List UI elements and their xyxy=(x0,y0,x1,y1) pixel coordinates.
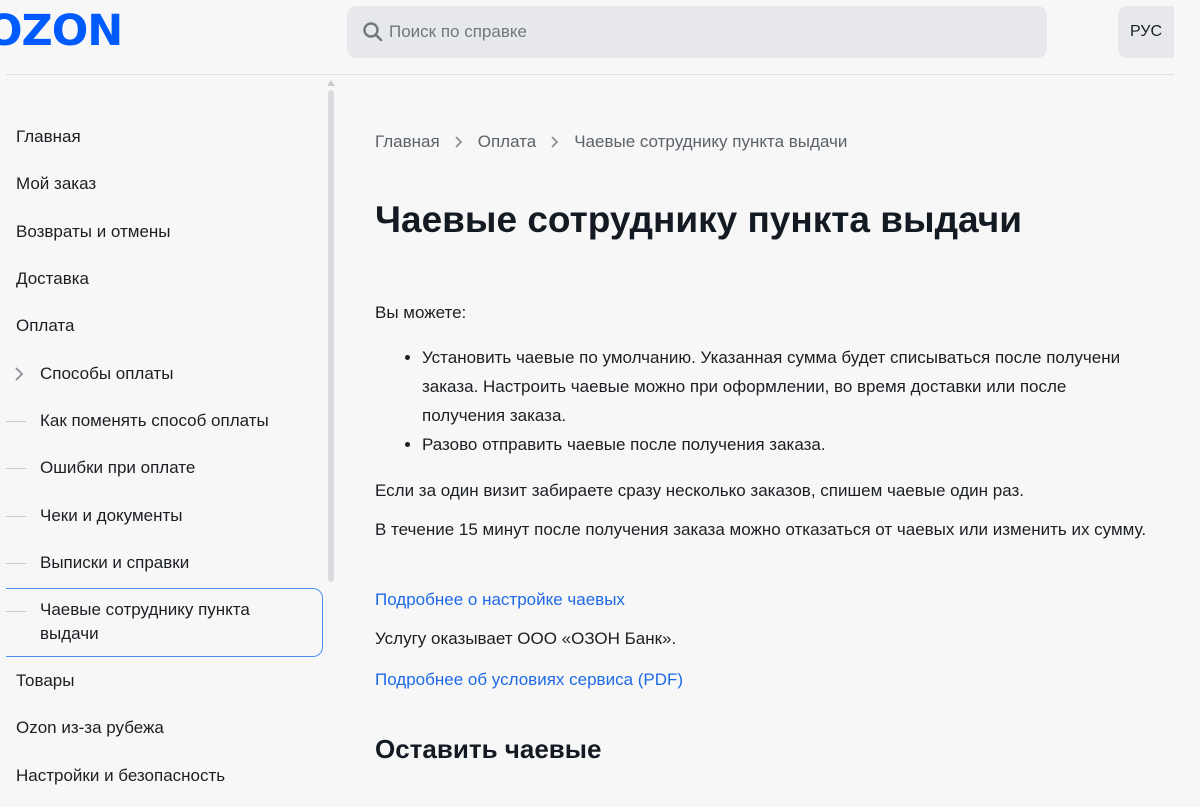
ozon-logo[interactable]: OZON xyxy=(0,6,123,56)
breadcrumb-payment[interactable]: Оплата xyxy=(478,130,536,154)
sidebar-subitem-label: Чаевые сотруднику пункта выдачи xyxy=(40,600,250,643)
sidebar-subitem-label: Чеки и документы xyxy=(40,506,183,525)
sidebar-item-ozon-abroad[interactable]: Ozon из-за рубежа xyxy=(16,716,164,740)
sidebar-item-delivery[interactable]: Доставка xyxy=(16,267,89,291)
sidebar-subitem-label: Способы оплаты xyxy=(40,364,174,383)
breadcrumb: Главная Оплата Чаевые сотруднику пункта вы… xyxy=(375,130,847,154)
search-icon xyxy=(363,22,383,42)
section-title: Оставить чаевые xyxy=(375,734,602,764)
sidebar-subitem-label: Ошибки при оплате xyxy=(40,458,196,477)
sidebar-item-payment[interactable]: Оплата xyxy=(16,314,74,338)
tree-dash xyxy=(6,468,26,469)
list-item: Установить чаевые по умолчанию. Указанна… xyxy=(375,343,1200,430)
chevron-right-icon xyxy=(15,367,24,381)
page-title: Чаевые сотруднику пункта выдачи xyxy=(375,199,1022,240)
sidebar-item-settings-security[interactable]: Настройки и безопасность xyxy=(16,764,225,788)
sidebar-item-goods[interactable]: Товары xyxy=(16,669,74,693)
sidebar-subitem-statements[interactable]: Выписки и справки xyxy=(6,551,316,575)
sidebar-subitem-change-payment[interactable]: Как поменять способ оплаты xyxy=(6,409,316,433)
sidebar-subitem-label: Выписки и справки xyxy=(40,553,190,572)
language-switch[interactable]: РУС xyxy=(1118,6,1174,58)
link-paragraph: Подробнее об условиях сервиса (PDF) xyxy=(375,665,1175,694)
sidebar-subitem-receipts[interactable]: Чеки и документы xyxy=(6,504,316,528)
sidebar-subitem-tips-active[interactable]: Чаевые сотруднику пункта выдачи xyxy=(6,588,323,657)
sidebar-subitem-label: Как поменять способ оплаты xyxy=(40,411,269,430)
tree-dash xyxy=(6,563,26,564)
sidebar-scrollbar[interactable] xyxy=(328,90,334,582)
tips-settings-link[interactable]: Подробнее о настройке чаевых xyxy=(375,590,625,609)
scroll-up-arrow-icon[interactable] xyxy=(327,80,335,86)
article: Главная Оплата Чаевые сотруднику пункта вы… xyxy=(375,75,1200,807)
sidebar-subitem-payment-errors[interactable]: Ошибки при оплате xyxy=(6,456,316,480)
search-box[interactable] xyxy=(347,6,1047,58)
breadcrumb-home[interactable]: Главная xyxy=(375,130,440,154)
tree-dash xyxy=(6,611,26,612)
tree-dash xyxy=(6,421,26,422)
sidebar-item-my-order[interactable]: Мой заказ xyxy=(16,172,96,196)
link-paragraph: Подробнее о настройке чаевых xyxy=(375,585,1175,614)
breadcrumb-current: Чаевые сотруднику пункта выдачи xyxy=(574,132,848,151)
service-terms-pdf-link[interactable]: Подробнее об условиях сервиса (PDF) xyxy=(375,670,683,689)
intro-text: Вы можете: xyxy=(375,303,467,322)
chevron-right-icon xyxy=(548,130,562,154)
bullet-list: Установить чаевые по умолчанию. Указанна… xyxy=(375,343,1200,459)
sidebar-item-returns[interactable]: Возвраты и отмены xyxy=(16,220,171,244)
sidebar-subitem-payment-methods[interactable]: Способы оплаты xyxy=(6,362,316,386)
chevron-right-icon xyxy=(452,130,466,154)
sidebar-item-home[interactable]: Главная xyxy=(16,125,81,149)
paragraph-provider: Услугу оказывает ООО «ОЗОН Банк». xyxy=(375,629,677,648)
paragraph-multiple-orders: Если за один визит забираете сразу неско… xyxy=(375,481,1025,500)
search-input[interactable] xyxy=(389,6,1029,58)
paragraph-cancel-tips: В течение 15 минут после получения заказ… xyxy=(375,520,1147,539)
header: OZON РУС xyxy=(0,0,1200,75)
tree-dash xyxy=(6,516,26,517)
sidebar-nav: Главная Мой заказ Возвраты и отмены Дост… xyxy=(0,75,340,807)
list-item: Разово отправить чаевые после получения … xyxy=(375,430,1200,459)
